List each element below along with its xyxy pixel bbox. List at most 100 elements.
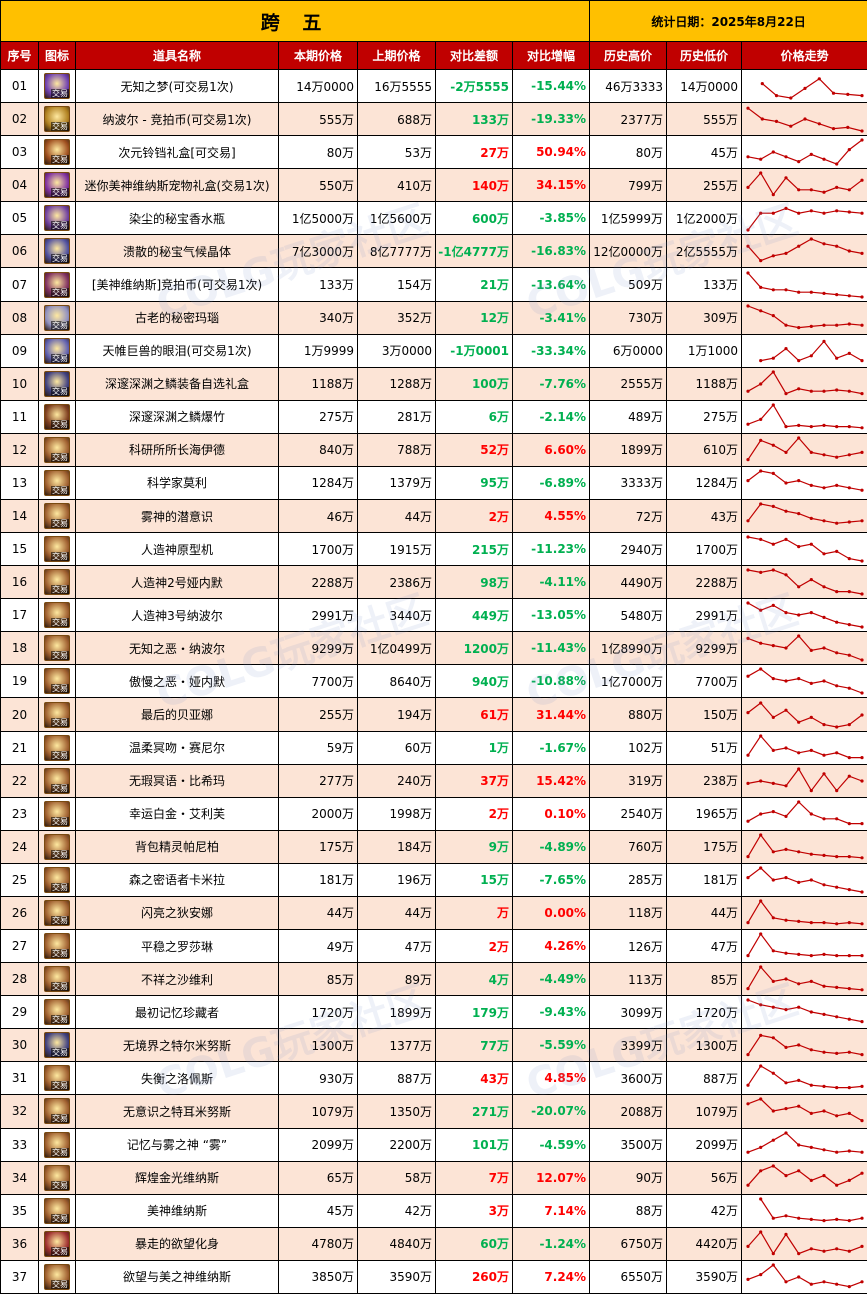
price-trend-cell <box>742 632 867 665</box>
trade-tag: 交易 <box>51 949 69 958</box>
trend-point <box>797 614 800 617</box>
item-icon: 交易 <box>44 1132 70 1158</box>
current-price: 181万 <box>279 863 358 896</box>
trade-tag: 交易 <box>51 354 69 363</box>
trade-tag: 交易 <box>51 684 69 693</box>
trend-point <box>797 1275 800 1278</box>
trend-point <box>797 290 800 293</box>
previous-price: 688万 <box>358 103 436 136</box>
price-difference: 449万 <box>436 599 513 632</box>
item-icon-cell: 交易 <box>39 930 76 963</box>
trend-point <box>759 382 762 385</box>
price-change-percent: -7.76% <box>513 367 590 400</box>
historic-low: 1亿2000万 <box>667 202 742 235</box>
row-index: 31 <box>1 1062 39 1095</box>
trend-point <box>797 326 800 329</box>
previous-price: 1亿5600万 <box>358 202 436 235</box>
trend-point <box>797 635 800 638</box>
table-row: 01交易无知之梦(可交易1次)14万000016万5555-2万5555-15.… <box>1 70 867 103</box>
trend-point <box>848 774 851 777</box>
trend-point <box>835 855 838 858</box>
row-index: 29 <box>1 996 39 1029</box>
trend-point <box>822 1051 825 1054</box>
trend-point <box>835 550 838 553</box>
price-trend-cell <box>742 764 867 797</box>
trend-point <box>759 1003 762 1006</box>
trade-tag: 交易 <box>51 519 69 528</box>
trend-point <box>835 725 838 728</box>
current-price: 85万 <box>279 963 358 996</box>
previous-price: 8640万 <box>358 665 436 698</box>
row-index: 32 <box>1 1095 39 1128</box>
trend-point <box>848 211 851 214</box>
price-change-percent: -13.64% <box>513 268 590 301</box>
previous-price: 1亿0499万 <box>358 632 436 665</box>
price-difference: 271万 <box>436 1095 513 1128</box>
price-trend-cell <box>742 1095 867 1128</box>
trend-point <box>810 748 813 751</box>
trend-point <box>822 519 825 522</box>
trend-point <box>835 621 838 624</box>
previous-price: 1377万 <box>358 1029 436 1062</box>
historic-high: 118万 <box>590 896 667 929</box>
trade-tag: 交易 <box>51 982 69 991</box>
trend-point <box>797 585 800 588</box>
previous-price: 2200万 <box>358 1128 436 1161</box>
trend-line <box>748 1000 862 1022</box>
row-index: 14 <box>1 500 39 533</box>
item-name: 无境界之特尔米努斯 <box>76 1029 279 1062</box>
price-trend-sparkline <box>742 1095 867 1127</box>
item-name: 欲望与美之神维纳斯 <box>76 1260 279 1293</box>
historic-high: 2377万 <box>590 103 667 136</box>
trade-tag: 交易 <box>51 718 69 727</box>
trend-point <box>860 130 863 133</box>
trend-point <box>835 954 838 957</box>
historic-low: 1700万 <box>667 533 742 566</box>
trend-point <box>848 520 851 523</box>
table-row: 16交易人造神2号娅内默2288万2386万98万-4.11%4490万2288… <box>1 566 867 599</box>
trend-point <box>835 210 838 213</box>
row-index: 21 <box>1 731 39 764</box>
trend-point <box>746 876 749 879</box>
trend-point <box>810 980 813 983</box>
price-trend-sparkline <box>742 765 867 797</box>
trend-point <box>848 1018 851 1021</box>
trend-point <box>759 642 762 645</box>
table-row: 33交易记忆与雾之神 “雾”2099万2200万101万-4.59%3500万2… <box>1 1128 867 1161</box>
trend-point <box>797 751 800 754</box>
trend-point <box>835 1015 838 1018</box>
historic-high: 1亿5999万 <box>590 202 667 235</box>
trend-point <box>759 734 762 737</box>
trend-point <box>772 472 775 475</box>
historic-high: 285万 <box>590 863 667 896</box>
historic-low: 45万 <box>667 136 742 169</box>
trade-tag: 交易 <box>51 1015 69 1024</box>
previous-price: 154万 <box>358 268 436 301</box>
previous-price: 3590万 <box>358 1260 436 1293</box>
trend-point <box>759 1098 762 1101</box>
price-trend-sparkline <box>742 1029 867 1061</box>
trend-point <box>746 954 749 957</box>
trend-point <box>772 949 775 952</box>
row-index: 16 <box>1 566 39 599</box>
current-price: 2991万 <box>279 599 358 632</box>
historic-high: 6万0000 <box>590 334 667 367</box>
price-trend-cell <box>742 433 867 466</box>
price-trend-cell <box>742 1128 867 1161</box>
trend-point <box>759 212 762 215</box>
item-icon: 交易 <box>44 1264 70 1290</box>
price-trend-sparkline <box>742 103 867 135</box>
price-trend-cell <box>742 863 867 896</box>
trend-point <box>746 458 749 461</box>
row-index: 03 <box>1 136 39 169</box>
item-icon: 交易 <box>44 735 70 761</box>
historic-low: 14万0000 <box>667 70 742 103</box>
historic-low: 1万1000 <box>667 334 742 367</box>
trend-point <box>810 715 813 718</box>
trend-point <box>772 288 775 291</box>
price-change-percent: -4.89% <box>513 830 590 863</box>
current-price: 49万 <box>279 930 358 963</box>
trend-point <box>746 1278 749 1281</box>
trend-point <box>789 125 792 128</box>
trade-tag: 交易 <box>51 883 69 892</box>
